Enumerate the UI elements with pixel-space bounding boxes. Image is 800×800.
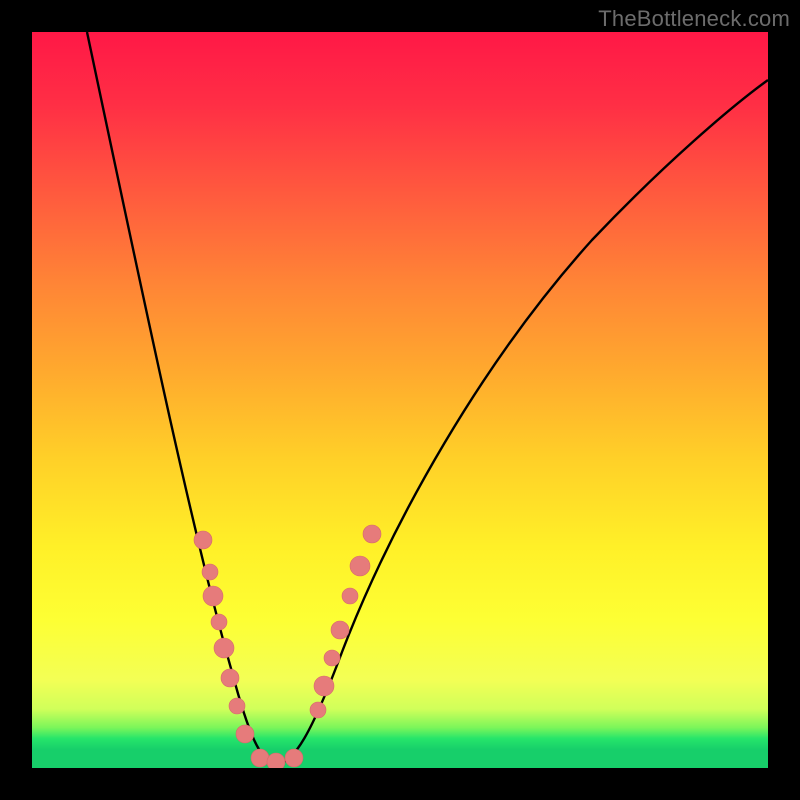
curve-marker [285, 749, 303, 767]
curve-marker [229, 698, 245, 714]
curve-marker [221, 669, 239, 687]
plot-area [32, 32, 768, 768]
curve-marker [236, 725, 254, 743]
watermark-text: TheBottleneck.com [598, 6, 790, 32]
markers-right [310, 525, 381, 718]
curve-marker [342, 588, 358, 604]
bottleneck-curve-svg [32, 32, 768, 768]
curve-marker [331, 621, 349, 639]
curve-marker [203, 586, 223, 606]
curve-marker [267, 753, 285, 768]
curve-marker [324, 650, 340, 666]
curve-marker [194, 531, 212, 549]
curve-marker [314, 676, 334, 696]
chart-frame: TheBottleneck.com [0, 0, 800, 800]
markers-bottom [251, 749, 303, 768]
bottleneck-curve [87, 32, 768, 764]
curve-marker [202, 564, 218, 580]
curve-marker [350, 556, 370, 576]
curve-marker [310, 702, 326, 718]
curve-marker [363, 525, 381, 543]
curve-marker [214, 638, 234, 658]
curve-marker [251, 749, 269, 767]
curve-marker [211, 614, 227, 630]
